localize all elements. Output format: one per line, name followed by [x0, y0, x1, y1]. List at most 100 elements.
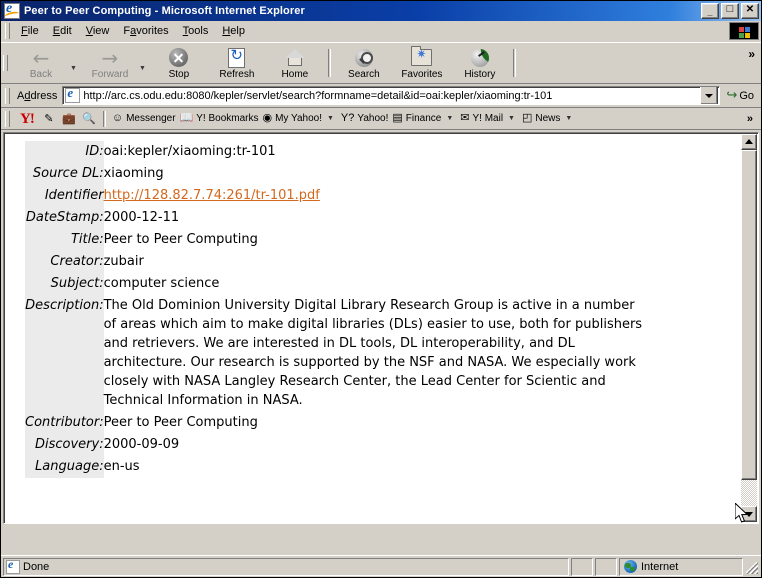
yahoo-item-bookmarks-label: Y! Bookmarks [196, 113, 259, 124]
yahoo-overflow-chevron-icon[interactable]: » [743, 113, 761, 125]
yahoo-separator [102, 110, 106, 127]
refresh-icon [228, 46, 246, 69]
yahoo-logo-icon[interactable]: Y! [14, 111, 39, 127]
news-caret-icon[interactable]: ▼ [562, 115, 577, 122]
yahoo-item-yahoo[interactable]: Y? Yahoo! [339, 113, 390, 125]
table-row: Contributor: Peer to Peer Computing [25, 412, 644, 434]
mail-caret-icon[interactable]: ▼ [505, 115, 520, 122]
address-url-text: http://arc.cs.odu.edu:8080/kepler/servle… [83, 89, 553, 102]
yahoo-item-mail-label: Y! Mail [472, 113, 504, 124]
identifier-link[interactable]: http://128.82.7.74:261/tr-101.pdf [104, 188, 320, 203]
yahoo-item-messenger[interactable]: ☺ Messenger [110, 112, 178, 125]
my-yahoo-caret-icon[interactable]: ▼ [324, 115, 339, 122]
internet-zone-globe-icon [624, 560, 637, 573]
yahoo-item-news[interactable]: ◰ News [520, 113, 562, 125]
address-input[interactable]: http://arc.cs.odu.edu:8080/kepler/servle… [62, 86, 721, 105]
field-value: computer science [103, 276, 220, 291]
home-button[interactable]: Home [266, 46, 324, 81]
address-grip[interactable] [5, 87, 10, 104]
close-button[interactable]: ✕ [741, 3, 759, 19]
toolbar-overflow-chevron-icon[interactable]: » [748, 47, 755, 61]
yahoo-item-yahoo-label: Yahoo! [357, 113, 389, 124]
scrollbar-thumb[interactable] [741, 150, 757, 480]
back-arrow-icon: ← [32, 45, 50, 70]
navigation-toolbar: ← Back ▼ → Forward ▼ Stop Refresh Home S… [1, 42, 761, 84]
back-button[interactable]: ← Back [12, 46, 70, 81]
vertical-scrollbar[interactable] [741, 134, 757, 522]
scroll-down-arrow-icon[interactable] [741, 506, 757, 522]
minimize-button[interactable]: _ [701, 3, 719, 19]
toolbar-grip[interactable] [3, 55, 8, 71]
field-value: 2000-12-11 [103, 210, 180, 225]
field-label: DateStamp: [25, 207, 104, 229]
table-row: Subject: computer science [25, 273, 644, 295]
menu-item-edit[interactable]: Edit [46, 23, 79, 39]
status-panel-spacer-2 [595, 557, 617, 576]
yahoo-item-my-yahoo[interactable]: ◉ My Yahoo! [260, 113, 324, 125]
yahoo-item-mail[interactable]: ✉ Y! Mail [458, 113, 505, 125]
forward-history-dropdown-icon[interactable]: ▼ [139, 65, 150, 83]
scroll-up-arrow-icon[interactable] [741, 134, 757, 150]
document-body: ID: oai:kepler/xiaoming:tr-101 Source DL… [7, 136, 739, 523]
field-label: Description: [25, 295, 104, 412]
menu-item-file[interactable]: File [14, 23, 46, 39]
messenger-icon: ☺ [111, 112, 124, 124]
table-row: Language: en-us [25, 456, 644, 478]
back-history-dropdown-icon[interactable]: ▼ [70, 65, 81, 83]
table-row: Identifier http://128.82.7.74:261/tr-101… [25, 185, 644, 207]
menu-item-favorites[interactable]: Favorites [116, 23, 175, 39]
stop-icon [169, 47, 189, 69]
menu-item-tools[interactable]: Tools [176, 23, 216, 39]
favorites-icon [411, 46, 433, 69]
bookmarks-icon: 📖 [179, 112, 194, 124]
table-row: Description: The Old Dominion University… [25, 295, 644, 412]
favorites-button-label: Favorites [401, 68, 443, 80]
forward-arrow-icon: → [101, 45, 119, 70]
menu-item-help[interactable]: Help [215, 23, 252, 39]
address-dropdown-icon[interactable] [700, 87, 719, 104]
stop-button[interactable]: Stop [150, 46, 208, 81]
toolbar-separator [327, 49, 331, 77]
security-zone-panel[interactable]: Internet [619, 557, 743, 576]
refresh-button[interactable]: Refresh [208, 46, 266, 81]
briefcase-icon[interactable]: 💼 [61, 111, 77, 127]
scrollbar-track[interactable] [741, 150, 757, 506]
finance-caret-icon[interactable]: ▼ [443, 115, 458, 122]
menu-item-view[interactable]: View [79, 23, 117, 39]
field-label: Identifier [25, 185, 104, 207]
field-value: oai:kepler/xiaoming:tr-101 [103, 144, 276, 159]
window-controls: _ □ ✕ [701, 3, 759, 19]
page-area: ID: oai:kepler/xiaoming:tr-101 Source DL… [1, 130, 761, 524]
go-arrow-icon: ↪ [726, 88, 738, 103]
favorites-button[interactable]: Favorites [393, 46, 451, 81]
metadata-table: ID: oai:kepler/xiaoming:tr-101 Source DL… [25, 141, 644, 478]
status-message-panel: Done [3, 557, 569, 576]
refresh-button-label: Refresh [219, 68, 255, 80]
field-label: Discovery: [25, 434, 104, 456]
yahoo-toolbar: Y! ✎ 💼 🔍 ☺ Messenger 📖 Y! Bookmarks ◉ My… [1, 108, 761, 130]
field-value: en-us [103, 459, 140, 474]
yahoo-item-bookmarks[interactable]: 📖 Y! Bookmarks [178, 112, 261, 125]
menu-item-file-label: ile [27, 25, 39, 37]
finance-chart-icon: ▤ [392, 112, 403, 124]
field-label: Source DL: [25, 163, 104, 185]
go-button[interactable]: ↪ Go [720, 88, 761, 103]
magnifier-icon[interactable]: 🔍 [81, 111, 97, 127]
history-icon [470, 47, 489, 69]
history-button[interactable]: History [451, 46, 509, 81]
yahoo-item-finance[interactable]: ▤ Finance [390, 112, 443, 125]
ie-document-icon [4, 1, 20, 19]
pencil-icon[interactable]: ✎ [41, 111, 57, 127]
resize-grip[interactable] [745, 559, 759, 575]
status-panel-spacer-1 [571, 557, 593, 576]
menu-grip[interactable] [5, 23, 10, 39]
status-bar: Done Internet [1, 555, 761, 577]
maximize-button[interactable]: □ [721, 3, 739, 19]
search-button[interactable]: Search [335, 46, 393, 81]
field-label: Language: [25, 456, 104, 478]
menu-item-tools-label: ools [188, 25, 209, 37]
menu-item-view-label: iew [92, 25, 110, 37]
forward-button[interactable]: → Forward [81, 46, 139, 81]
field-value: zubair [103, 254, 144, 269]
yahoo-toolbar-grip[interactable] [5, 110, 10, 127]
